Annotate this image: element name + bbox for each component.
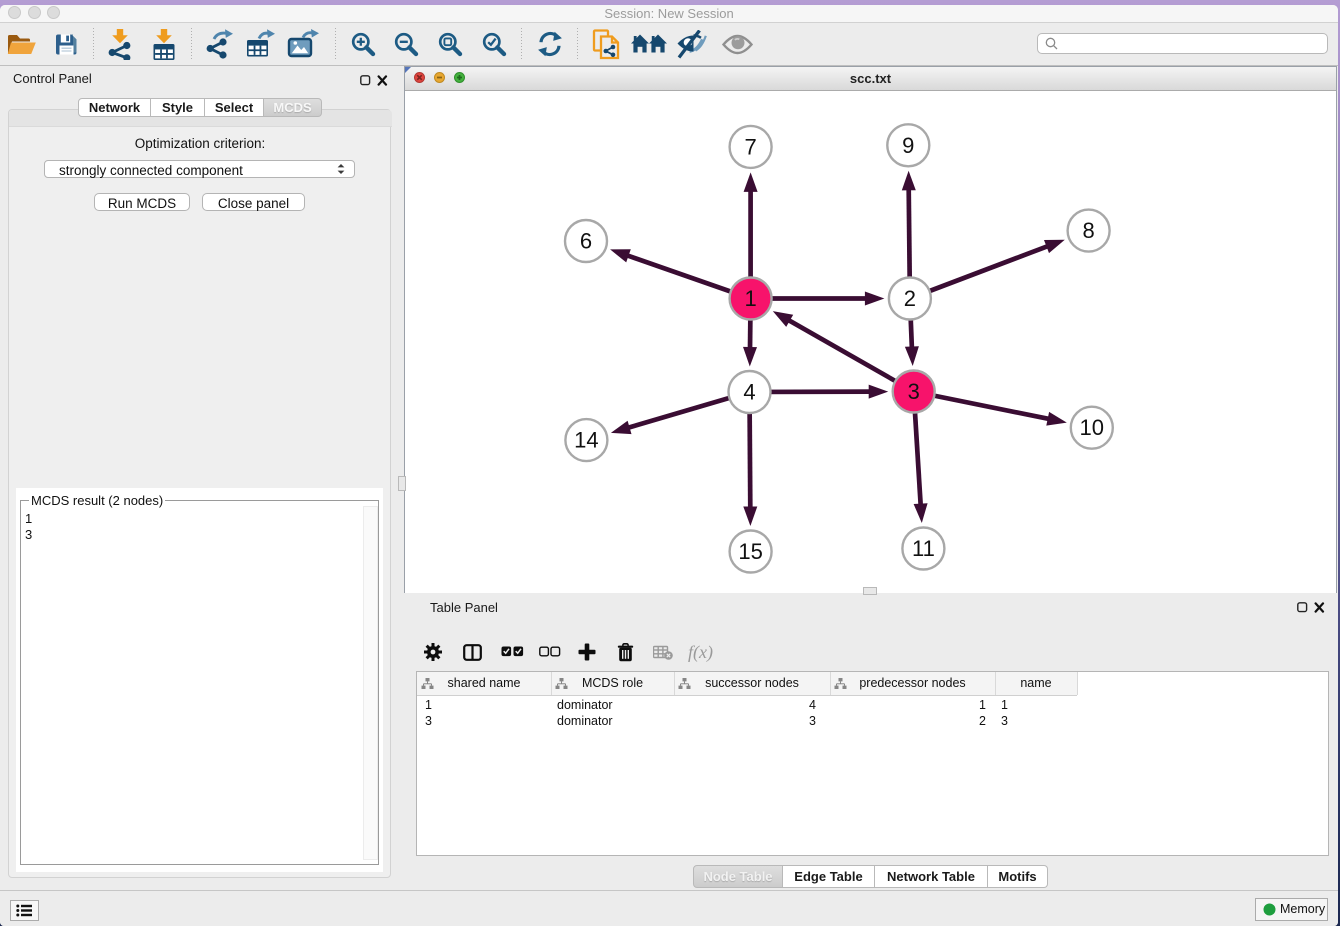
svg-text:8: 8 — [1082, 218, 1094, 243]
svg-text:14: 14 — [574, 428, 598, 453]
svg-text:7: 7 — [744, 134, 756, 159]
svg-text:11: 11 — [912, 536, 935, 561]
svg-text:1: 1 — [744, 286, 756, 311]
svg-text:6: 6 — [580, 229, 592, 254]
svg-text:15: 15 — [738, 539, 762, 564]
svg-text:4: 4 — [743, 380, 755, 405]
svg-text:2: 2 — [904, 286, 916, 311]
svg-text:9: 9 — [902, 133, 914, 158]
svg-text:10: 10 — [1080, 415, 1104, 440]
svg-text:3: 3 — [908, 379, 920, 404]
